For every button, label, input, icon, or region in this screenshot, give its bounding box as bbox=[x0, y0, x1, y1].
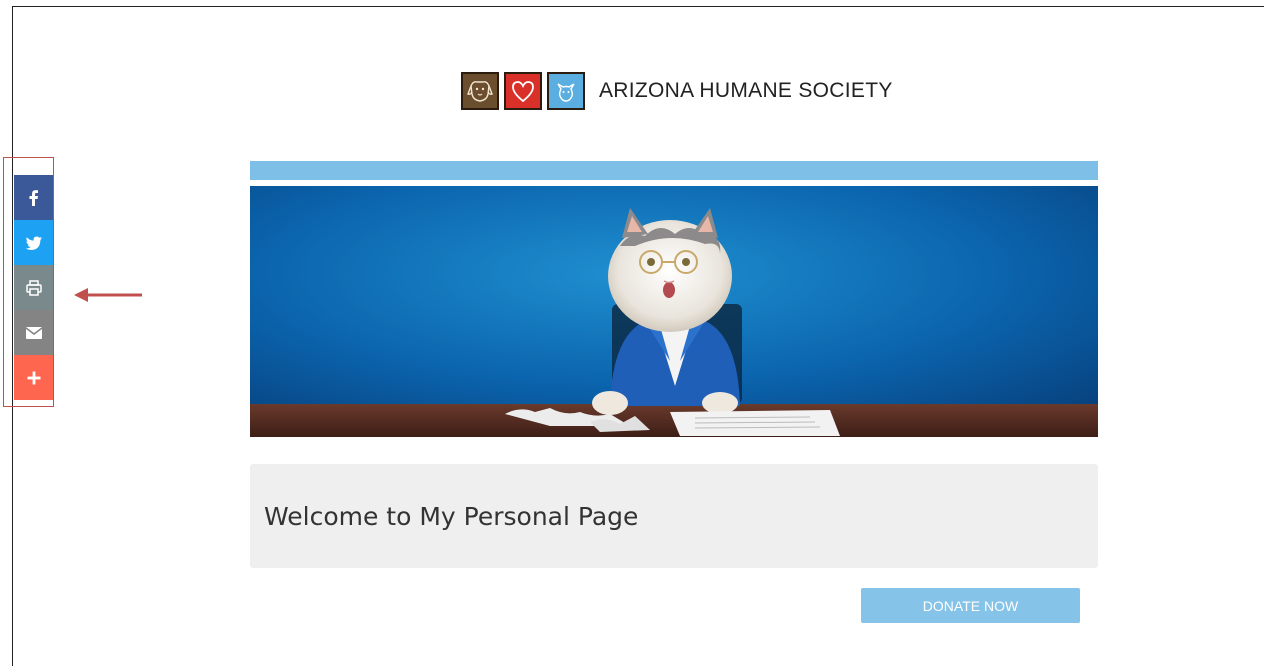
email-share-button[interactable] bbox=[14, 310, 53, 355]
cat-icon bbox=[547, 72, 585, 110]
annotation-arrow-icon bbox=[74, 288, 142, 302]
dog-icon bbox=[461, 72, 499, 110]
org-name: ARIZONA HUMANE SOCIETY bbox=[599, 79, 893, 102]
facebook-icon bbox=[29, 189, 38, 206]
email-icon bbox=[25, 326, 42, 339]
welcome-panel: Welcome to My Personal Page bbox=[250, 464, 1098, 568]
donate-button[interactable]: DONATE NOW bbox=[861, 588, 1080, 623]
social-share-bar bbox=[14, 175, 53, 400]
more-share-button[interactable] bbox=[14, 355, 53, 400]
twitter-icon bbox=[25, 236, 42, 250]
heart-icon bbox=[504, 72, 542, 110]
twitter-share-button[interactable] bbox=[14, 220, 53, 265]
accent-stripe bbox=[250, 161, 1098, 180]
hero-image bbox=[250, 186, 1098, 437]
print-button[interactable] bbox=[14, 265, 53, 310]
print-icon bbox=[25, 279, 42, 296]
site-logo[interactable]: ARIZONA HUMANE SOCIETY bbox=[461, 71, 893, 111]
plus-icon bbox=[27, 371, 40, 384]
page-title: Welcome to My Personal Page bbox=[264, 502, 639, 531]
facebook-share-button[interactable] bbox=[14, 175, 53, 220]
